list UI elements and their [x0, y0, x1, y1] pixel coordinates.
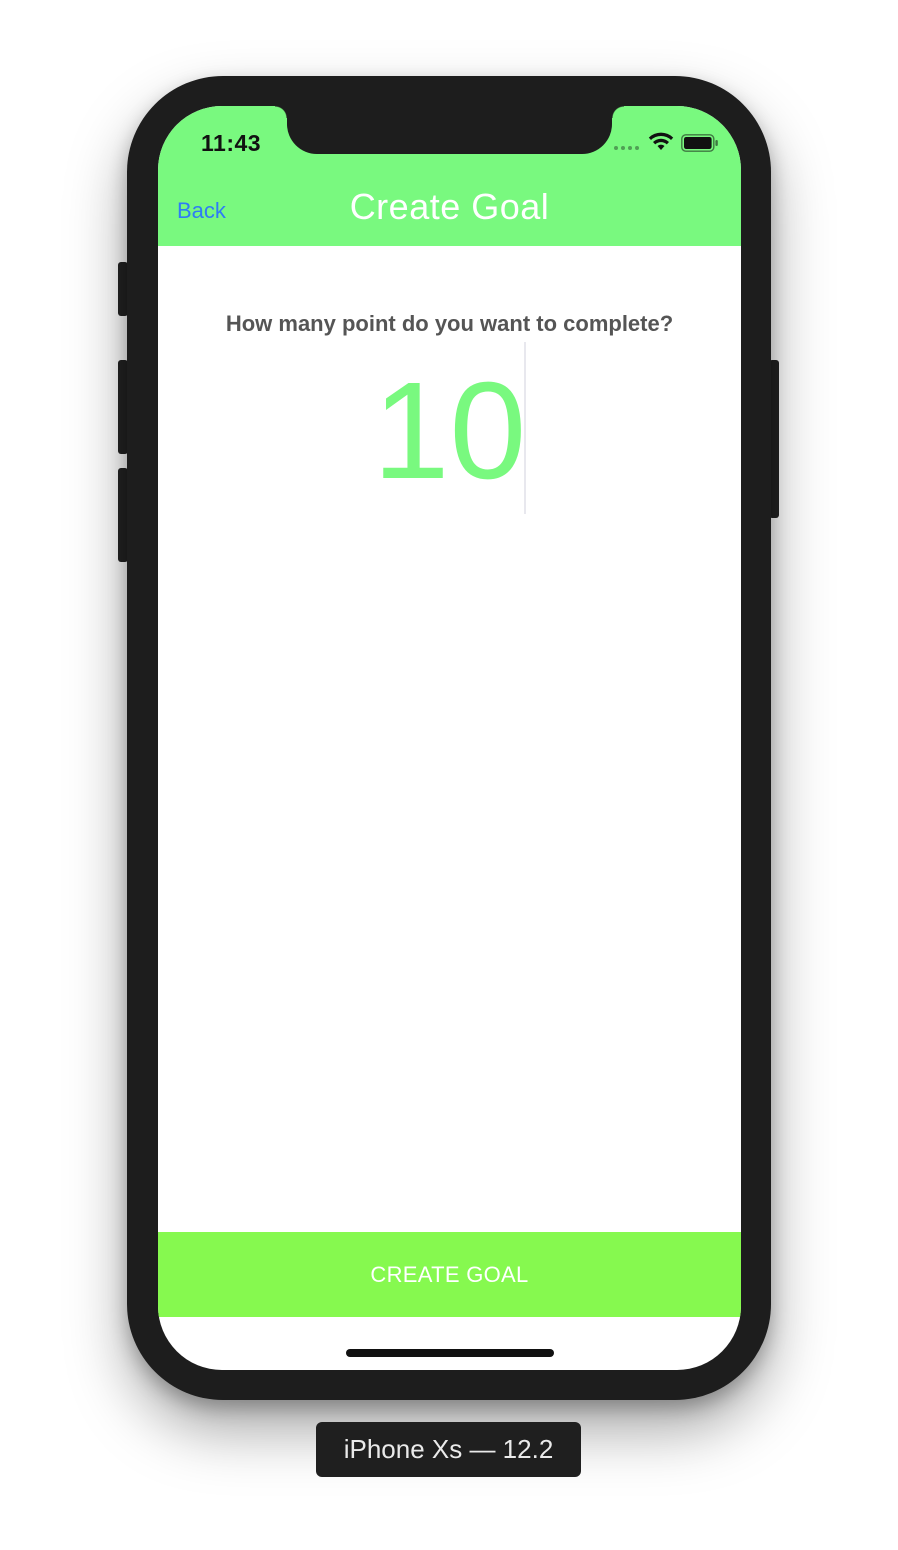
points-input[interactable]: 10: [158, 356, 741, 506]
cellular-signal-icon: [614, 146, 639, 150]
page-title: Create Goal: [349, 186, 550, 227]
app-screen: 11:43 Back Create Goal How many point do…: [158, 106, 741, 1370]
home-indicator[interactable]: [346, 1349, 554, 1357]
simulator-stage: 11:43 Back Create Goal How many point do…: [0, 0, 898, 1550]
points-question-label: How many point do you want to complete?: [225, 311, 674, 336]
simulator-device-label: iPhone Xs — 12.2: [316, 1422, 581, 1477]
text-cursor: [524, 342, 526, 514]
status-time: 11:43: [201, 130, 262, 156]
device-notch: [275, 106, 624, 154]
wifi-icon: [648, 132, 674, 150]
battery-icon: [681, 134, 718, 152]
create-goal-button[interactable]: CREATE GOAL: [158, 1232, 741, 1317]
nav-bar: 11:43 Back Create Goal: [158, 106, 741, 246]
